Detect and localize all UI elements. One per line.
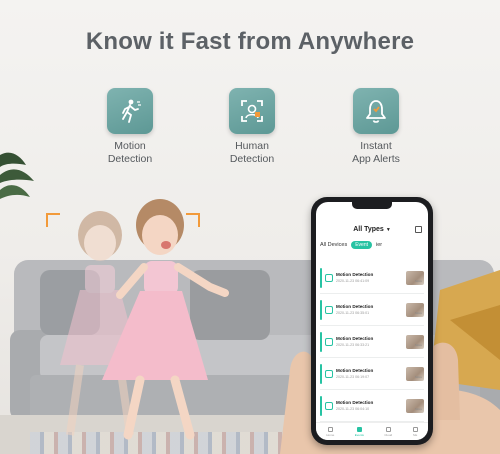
- home-icon: [327, 426, 333, 432]
- phone-screen: All Types ▼ All Devices Event ier Motion …: [316, 202, 428, 440]
- motion-event-icon: [325, 273, 333, 282]
- motion-event-icon: [325, 305, 333, 314]
- event-type-dropdown[interactable]: All Types ▼: [316, 226, 428, 233]
- list-item[interactable]: Motion Detection 2020-11-23 06:35:01 Mor…: [320, 294, 424, 326]
- tab-cloud[interactable]: Cloud: [384, 426, 392, 437]
- motion-event-icon: [325, 369, 333, 378]
- tab-home[interactable]: Home: [326, 426, 334, 437]
- event-list: Motion Detection 2020-11-23 06:41:09 Mor…: [320, 262, 424, 422]
- list-item[interactable]: Motion Detection 2020-11-23 06:19:07 Mor…: [320, 358, 424, 390]
- product-banner: Know it Fast from Anywhere Motion Detect…: [0, 0, 500, 454]
- tab-me[interactable]: Me: [412, 426, 418, 437]
- filter-all-devices[interactable]: All Devices: [320, 242, 347, 248]
- phone-notch: [352, 202, 392, 209]
- focus-corner-top-left: [46, 213, 60, 227]
- feature-motion-detection: Motion Detection: [80, 88, 180, 166]
- face-scan-icon: [229, 88, 275, 134]
- cloud-icon: [385, 426, 391, 432]
- list-item[interactable]: Motion Detection 2020-11-23 06:33:21 Mor…: [320, 326, 424, 358]
- child-illustration: [60, 199, 229, 440]
- filter-bar: All Devices Event ier: [320, 241, 382, 249]
- event-thumbnail[interactable]: More: [406, 270, 424, 285]
- bottom-tab-bar: Home Events Cloud Me: [316, 422, 428, 440]
- list-item[interactable]: Motion Detection 2020-11-23 06:04:10 Mor…: [320, 390, 424, 422]
- filter-other[interactable]: ier: [376, 242, 382, 248]
- feature-label: Instant App Alerts: [352, 140, 400, 165]
- chevron-down-icon: ▼: [385, 227, 391, 233]
- event-thumbnail[interactable]: More: [406, 398, 424, 413]
- list-item[interactable]: Motion Detection 2020-11-23 06:41:09 Mor…: [320, 262, 424, 294]
- motion-event-icon: [325, 337, 333, 346]
- user-icon: [412, 426, 418, 432]
- event-thumbnail[interactable]: More: [406, 366, 424, 381]
- feature-label: Human Detection: [229, 140, 275, 165]
- event-thumbnail[interactable]: More: [406, 334, 424, 349]
- events-icon: [356, 426, 362, 432]
- headline: Know it Fast from Anywhere: [85, 28, 415, 55]
- focus-corner-top-right: [186, 213, 200, 227]
- calendar-icon[interactable]: [415, 226, 422, 233]
- motion-event-icon: [325, 401, 333, 410]
- feature-label: Motion Detection: [107, 140, 153, 165]
- feature-instant-alerts: Instant App Alerts: [326, 88, 426, 166]
- filter-chip-active[interactable]: Event: [351, 241, 372, 249]
- event-thumbnail[interactable]: More: [406, 302, 424, 317]
- bell-alert-icon: [353, 88, 399, 134]
- motion-person-icon: [107, 88, 153, 134]
- plant-illustration: [0, 152, 34, 199]
- smartphone: All Types ▼ All Devices Event ier Motion …: [311, 197, 433, 445]
- tab-events[interactable]: Events: [355, 426, 364, 437]
- feature-human-detection: Human Detection: [202, 88, 302, 166]
